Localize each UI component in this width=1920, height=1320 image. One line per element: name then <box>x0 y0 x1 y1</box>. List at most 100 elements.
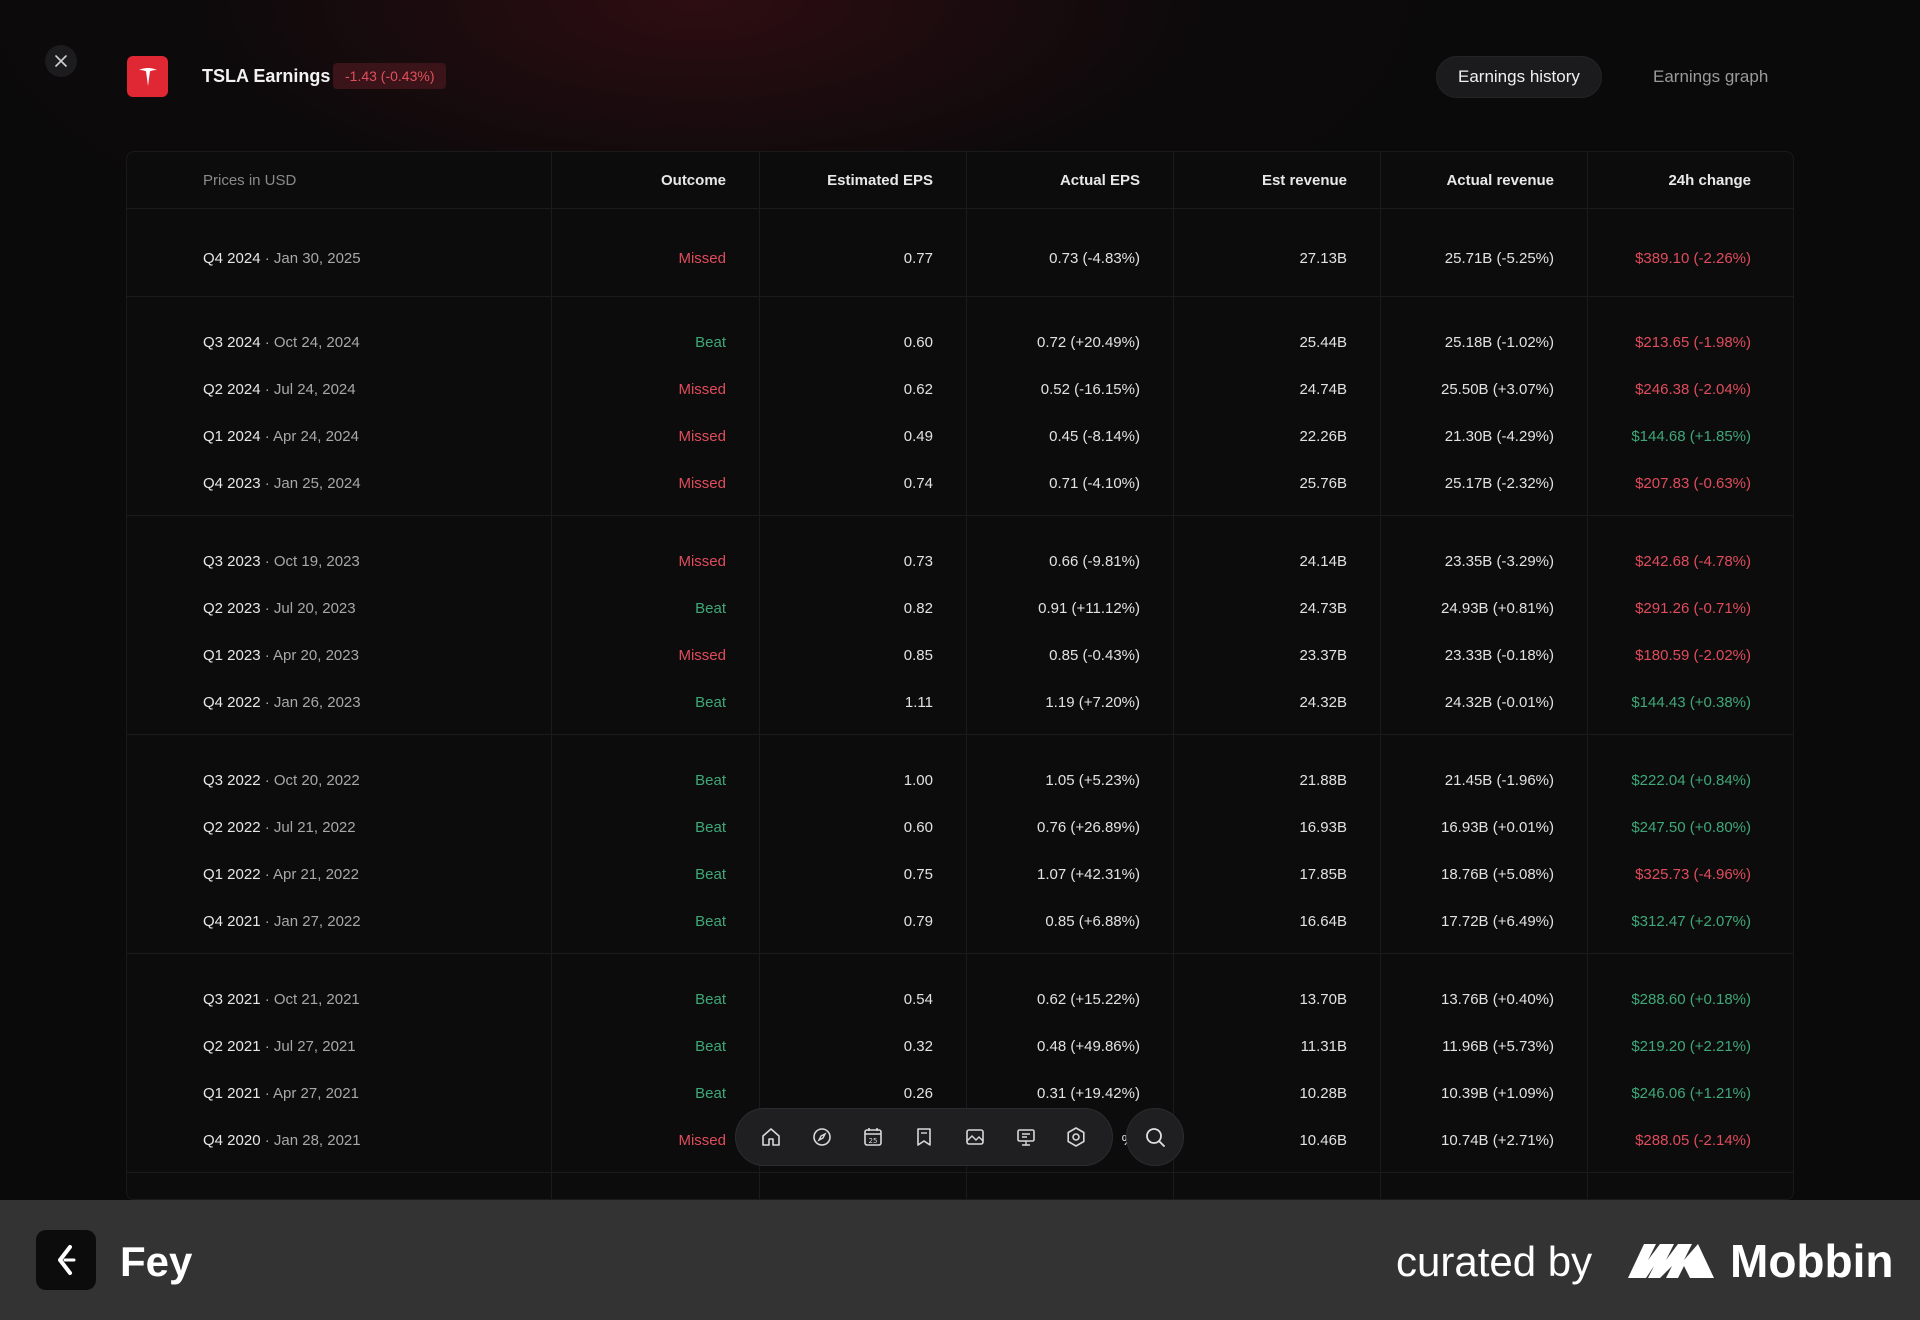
table-row[interactable]: Q2 2022 · Jul 21, 2022 Beat 0.60 0.76 (+26.… <box>127 803 1793 850</box>
actual-revenue-cell: 17.72B (+6.49%) <box>1441 913 1554 930</box>
report-date: · Jul 21, 2022 <box>260 819 356 836</box>
outcome-cell: Beat <box>695 1085 726 1102</box>
bookmark-icon[interactable] <box>910 1123 938 1151</box>
change-24h-cell: $291.26 (-0.71%) <box>1635 600 1751 617</box>
est-revenue-cell: 10.28B <box>1299 1085 1347 1102</box>
estimated-eps-cell: 0.54 <box>903 991 933 1008</box>
table-row[interactable]: Q3 2023 · Oct 19, 2023 Missed 0.73 0.66 (-9… <box>127 537 1793 584</box>
actual-eps-cell: 0.76 (+26.89%) <box>1037 819 1140 836</box>
table-row[interactable]: Q4 2022 · Jan 26, 2023 Beat 1.11 1.19 (+7.2… <box>127 678 1793 725</box>
header-estimated-eps[interactable]: Estimated EPS <box>827 172 933 189</box>
period-cell: Q4 2021 · Jan 27, 2022 <box>203 913 361 930</box>
change-24h-cell: $288.05 (-2.14%) <box>1635 1132 1751 1149</box>
presentation-icon[interactable] <box>1012 1123 1040 1151</box>
est-revenue-cell: 16.64B <box>1299 913 1347 930</box>
fey-logo-icon <box>58 1245 76 1275</box>
header-actual-revenue[interactable]: Actual revenue <box>1446 172 1554 189</box>
header-actual-eps[interactable]: Actual EPS <box>1060 172 1140 189</box>
report-date: · Jan 28, 2021 <box>260 1132 361 1149</box>
tesla-logo <box>127 56 168 97</box>
image-icon[interactable] <box>961 1123 989 1151</box>
actual-revenue-cell: 25.71B (-5.25%) <box>1444 250 1554 267</box>
table-header: Prices in USD Outcome Estimated EPS Actu… <box>127 152 1793 209</box>
est-revenue-cell: 17.85B <box>1299 866 1347 883</box>
actual-eps-cell: 0.62 (+15.22%) <box>1037 991 1140 1008</box>
table-row[interactable]: Q4 2023 · Jan 25, 2024 Missed 0.74 0.71 (-4… <box>127 459 1793 506</box>
report-date: · Oct 24, 2024 <box>260 334 360 351</box>
settings-icon[interactable] <box>1062 1123 1090 1151</box>
table-row[interactable]: Q3 2022 · Oct 20, 2022 Beat 1.00 1.05 (+5.2… <box>127 756 1793 803</box>
estimated-eps-cell: 0.79 <box>903 913 933 930</box>
quarter-label: Q3 2021 <box>203 991 261 1008</box>
actual-revenue-cell: 11.96B (+5.73%) <box>1442 1038 1554 1055</box>
actual-revenue-cell: 25.50B (+3.07%) <box>1441 381 1554 398</box>
price-change-badge: -1.43 (-0.43%) <box>333 63 447 89</box>
actual-revenue-cell: 13.76B (+0.40%) <box>1441 991 1554 1008</box>
table-row[interactable]: Q4 2024 · Jan 30, 2025 Missed 0.77 0.73 (-4… <box>127 234 1793 281</box>
footer-bar: Fey curated by Mobbin <box>0 1200 1920 1320</box>
mobbin-brand: Mobbin <box>1730 1235 1894 1287</box>
change-24h-cell: $242.68 (-4.78%) <box>1635 553 1751 570</box>
estimated-eps-cell: 0.62 <box>903 381 933 398</box>
est-revenue-cell: 25.76B <box>1299 475 1347 492</box>
quarter-label: Q3 2022 <box>203 772 261 789</box>
header-est-revenue[interactable]: Est revenue <box>1262 172 1347 189</box>
actual-eps-cell: 0.45 (-8.14%) <box>1049 428 1140 445</box>
actual-revenue-cell: 23.35B (-3.29%) <box>1444 553 1554 570</box>
period-cell: Q2 2021 · Jul 27, 2021 <box>203 1038 356 1055</box>
outcome-cell: Beat <box>695 866 726 883</box>
estimated-eps-cell: 0.75 <box>903 866 933 883</box>
tab-earnings-graph[interactable]: Earnings graph <box>1632 56 1789 98</box>
table-row[interactable]: Q2 2024 · Jul 24, 2024 Missed 0.62 0.52 (-1… <box>127 365 1793 412</box>
calendar-icon[interactable]: 25 <box>859 1123 887 1151</box>
period-cell: Q2 2024 · Jul 24, 2024 <box>203 381 356 398</box>
report-date: · Jan 25, 2024 <box>260 475 361 492</box>
quarter-label: Q1 2021 <box>203 1085 261 1102</box>
est-revenue-cell: 23.37B <box>1299 647 1347 664</box>
calendar-day: 25 <box>869 1137 878 1145</box>
outcome-cell: Beat <box>695 991 726 1008</box>
actual-revenue-cell: 10.74B (+2.71%) <box>1441 1132 1554 1149</box>
change-24h-cell: $219.20 (+2.21%) <box>1631 1038 1751 1055</box>
est-revenue-cell: 24.14B <box>1299 553 1347 570</box>
table-row[interactable]: Q1 2022 · Apr 21, 2022 Beat 0.75 1.07 (+42.… <box>127 850 1793 897</box>
change-24h-cell: $207.83 (-0.63%) <box>1635 475 1751 492</box>
period-cell: Q3 2024 · Oct 24, 2024 <box>203 334 360 351</box>
tab-earnings-history[interactable]: Earnings history <box>1436 56 1602 98</box>
actual-eps-cell: 0.48 (+49.86%) <box>1037 1038 1140 1055</box>
close-button[interactable] <box>45 45 77 77</box>
quarter-label: Q2 2022 <box>203 819 261 836</box>
table-row[interactable]: Q3 2021 · Oct 21, 2021 Beat 0.54 0.62 (+15.… <box>127 975 1793 1022</box>
change-24h-cell: $144.68 (+1.85%) <box>1631 428 1751 445</box>
est-revenue-cell: 24.32B <box>1299 694 1347 711</box>
change-24h-cell: $246.06 (+1.21%) <box>1631 1085 1751 1102</box>
estimated-eps-cell: 0.73 <box>903 553 933 570</box>
report-date: · Oct 20, 2022 <box>260 772 360 789</box>
home-icon[interactable] <box>757 1123 785 1151</box>
actual-eps-cell: 0.52 (-16.15%) <box>1040 381 1140 398</box>
report-date: · Apr 21, 2022 <box>260 866 359 883</box>
table-row[interactable]: Q1 2023 · Apr 20, 2023 Missed 0.85 0.85 (-0… <box>127 631 1793 678</box>
actual-eps-cell: 0.71 (-4.10%) <box>1049 475 1140 492</box>
estimated-eps-cell: 1.00 <box>903 772 933 789</box>
header-outcome[interactable]: Outcome <box>661 172 726 189</box>
report-date: · Jan 27, 2022 <box>260 913 361 930</box>
table-row[interactable]: Q4 2021 · Jan 27, 2022 Beat 0.79 0.85 (+6.8… <box>127 897 1793 944</box>
compass-icon[interactable] <box>808 1123 836 1151</box>
search-button[interactable] <box>1126 1108 1184 1166</box>
est-revenue-cell: 27.13B <box>1299 250 1347 267</box>
est-revenue-cell: 24.73B <box>1299 600 1347 617</box>
table-row[interactable]: Q1 2024 · Apr 24, 2024 Missed 0.49 0.45 (-8… <box>127 412 1793 459</box>
actual-eps-cell: 0.85 (+6.88%) <box>1045 913 1140 930</box>
period-cell: Q3 2021 · Oct 21, 2021 <box>203 991 360 1008</box>
estimated-eps-cell: 0.60 <box>903 819 933 836</box>
group-divider <box>127 1172 1793 1173</box>
table-row[interactable]: Q2 2023 · Jul 20, 2023 Beat 0.82 0.91 (+11.… <box>127 584 1793 631</box>
header-24h-change[interactable]: 24h change <box>1668 172 1751 189</box>
outcome-cell: Missed <box>678 1132 726 1149</box>
tesla-logo-icon <box>138 67 157 86</box>
table-row[interactable]: Q2 2021 · Jul 27, 2021 Beat 0.32 0.48 (+49.… <box>127 1022 1793 1069</box>
table-row[interactable]: Q3 2024 · Oct 24, 2024 Beat 0.60 0.72 (+20.… <box>127 318 1793 365</box>
outcome-cell: Missed <box>678 553 726 570</box>
period-cell: Q3 2023 · Oct 19, 2023 <box>203 553 360 570</box>
